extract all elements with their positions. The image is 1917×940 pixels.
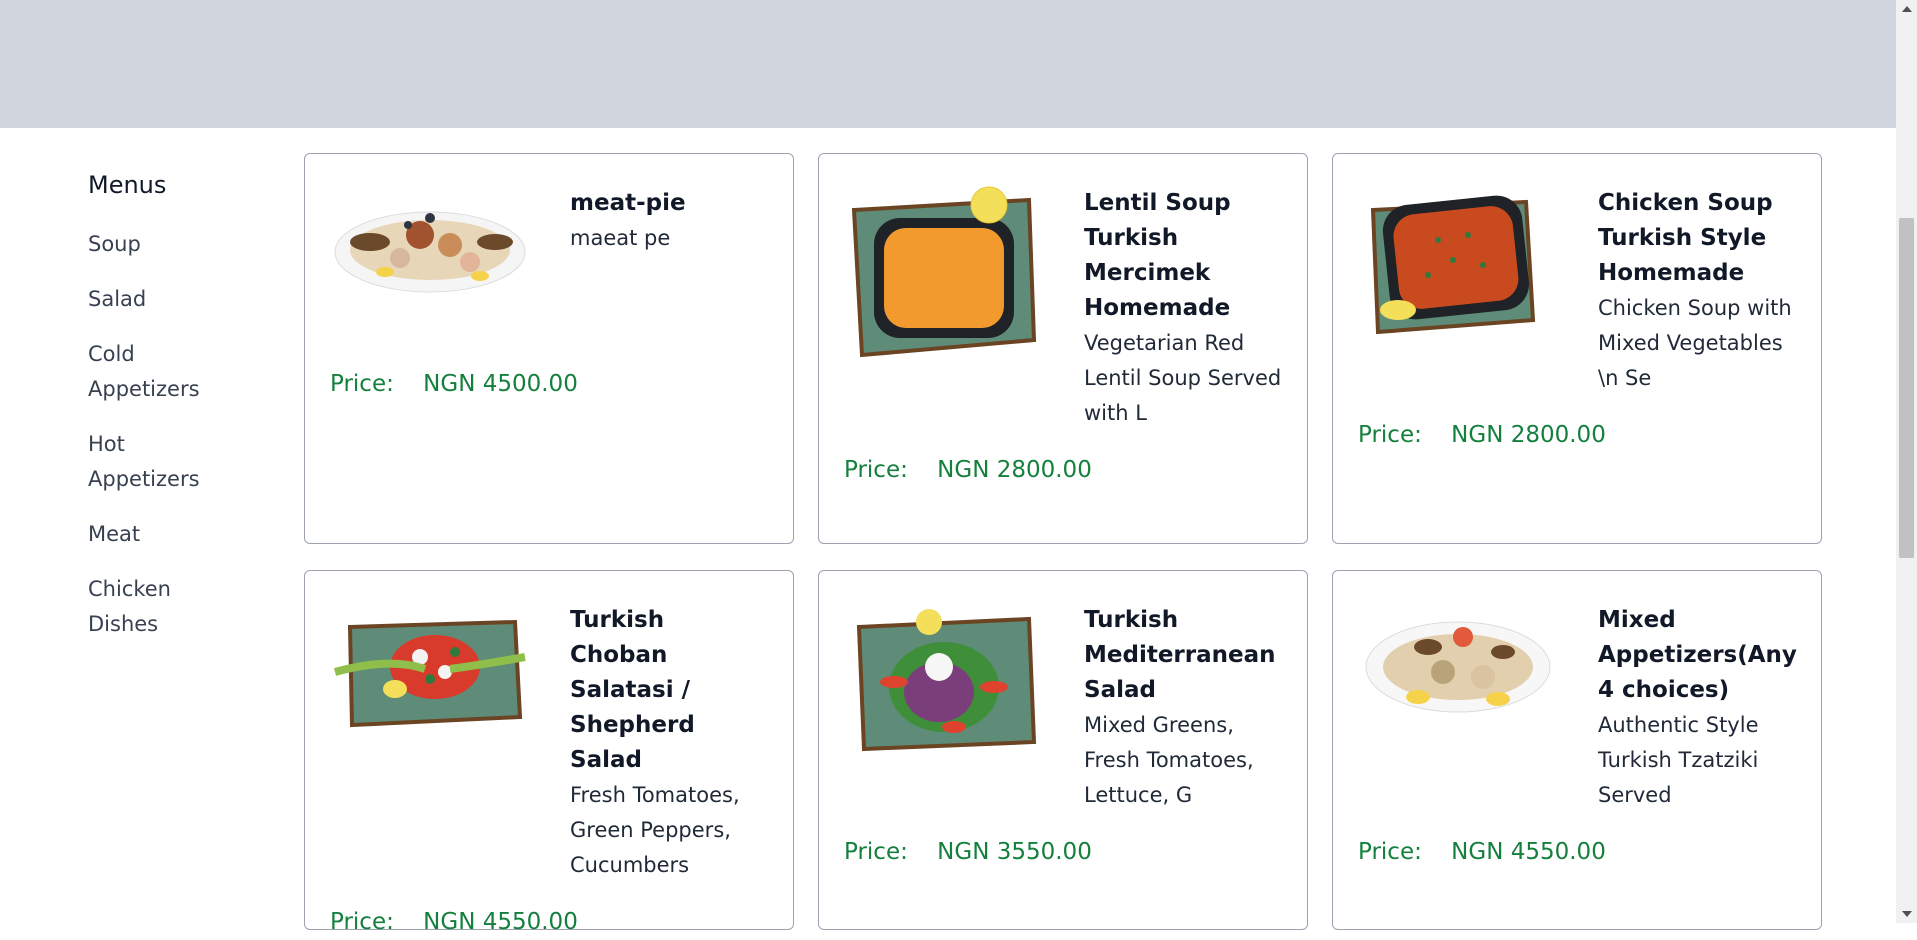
product-price: Price: NGN 3550.00 <box>844 835 1283 870</box>
product-title: Mixed Appetizers(Any 4 choices) <box>1598 607 1797 703</box>
price-value: NGN 4500.00 <box>423 371 578 397</box>
price-value: NGN 2800.00 <box>1451 422 1606 448</box>
scroll-up-icon[interactable] <box>1902 6 1912 12</box>
product-title: Turkish Choban Salatasi / Shepherd Salad <box>570 607 695 773</box>
product-description: Authentic Style Turkish Tzatziki Served <box>1598 713 1759 807</box>
shepherd-salad-image <box>330 597 530 762</box>
product-title: Turkish Mediterranean Salad <box>1084 607 1276 703</box>
top-banner <box>0 0 1896 128</box>
sidebar-item-soup[interactable]: Soup <box>88 227 228 262</box>
sidebar-item-salad[interactable]: Salad <box>88 282 228 317</box>
product-title: Lentil Soup Turkish Mercimek Homemade <box>1084 190 1231 321</box>
product-description: Vegetarian Red Lentil Soup Served with L <box>1084 331 1282 425</box>
sidebar-item-chicken-dishes[interactable]: Chicken Dishes <box>88 572 228 642</box>
scroll-down-icon[interactable] <box>1902 911 1912 917</box>
price-value: NGN 4550.00 <box>423 909 578 935</box>
product-description: maeat pe <box>570 226 671 250</box>
product-card[interactable]: Turkish Choban Salatasi / Shepherd Salad… <box>304 570 794 935</box>
mixed-appetizers-image <box>1358 597 1558 762</box>
price-value: NGN 2800.00 <box>937 457 1092 483</box>
product-card[interactable]: Chicken Soup Turkish Style Homemade Chic… <box>1332 153 1822 544</box>
price-label: Price: <box>844 839 908 865</box>
page-scrollbar[interactable] <box>1896 0 1917 923</box>
price-label: Price: <box>330 371 394 397</box>
product-card[interactable]: Mixed Appetizers(Any 4 choices) Authenti… <box>1332 570 1822 930</box>
product-description: Chicken Soup with Mixed Vegetables \n Se <box>1598 296 1792 390</box>
product-title: meat-pie <box>570 190 686 216</box>
product-price: Price: NGN 2800.00 <box>1358 418 1797 453</box>
scrollbar-thumb[interactable] <box>1899 218 1914 558</box>
price-label: Price: <box>330 909 394 935</box>
price-label: Price: <box>844 457 908 483</box>
menus-heading: Menus <box>88 171 167 199</box>
product-card[interactable]: meat-pie maeat pe Price: NGN 4500.00 <box>304 153 794 544</box>
product-price: Price: NGN 2800.00 <box>844 453 1283 488</box>
product-card[interactable]: Lentil Soup Turkish Mercimek Homemade Ve… <box>818 153 1308 544</box>
sidebar-item-meat[interactable]: Meat <box>88 517 228 552</box>
price-label: Price: <box>1358 839 1422 865</box>
product-price: Price: NGN 4500.00 <box>330 367 769 402</box>
platter-image <box>330 180 530 345</box>
price-label: Price: <box>1358 422 1422 448</box>
menu-sidebar: Menus Soup Salad Cold Appetizers Hot App… <box>88 165 228 662</box>
chicken-soup-image <box>1358 180 1558 345</box>
sidebar-item-cold-appetizers[interactable]: Cold Appetizers <box>88 337 228 407</box>
mediterranean-salad-image <box>844 597 1044 762</box>
price-value: NGN 3550.00 <box>937 839 1092 865</box>
price-value: NGN 4550.00 <box>1451 839 1606 865</box>
sidebar-item-hot-appetizers[interactable]: Hot Appetizers <box>88 427 228 497</box>
product-title: Chicken Soup Turkish Style Homemade <box>1598 190 1773 286</box>
product-card[interactable]: Turkish Mediterranean Salad Mixed Greens… <box>818 570 1308 930</box>
product-grid: meat-pie maeat pe Price: NGN 4500.00 Len… <box>304 153 1822 935</box>
product-price: Price: NGN 4550.00 <box>1358 835 1797 870</box>
product-description: Mixed Greens, Fresh Tomatoes, Lettuce, G <box>1084 713 1254 807</box>
product-description: Fresh Tomatoes, Green Peppers, Cucumbers <box>570 783 740 877</box>
lentil-soup-image <box>844 180 1044 358</box>
